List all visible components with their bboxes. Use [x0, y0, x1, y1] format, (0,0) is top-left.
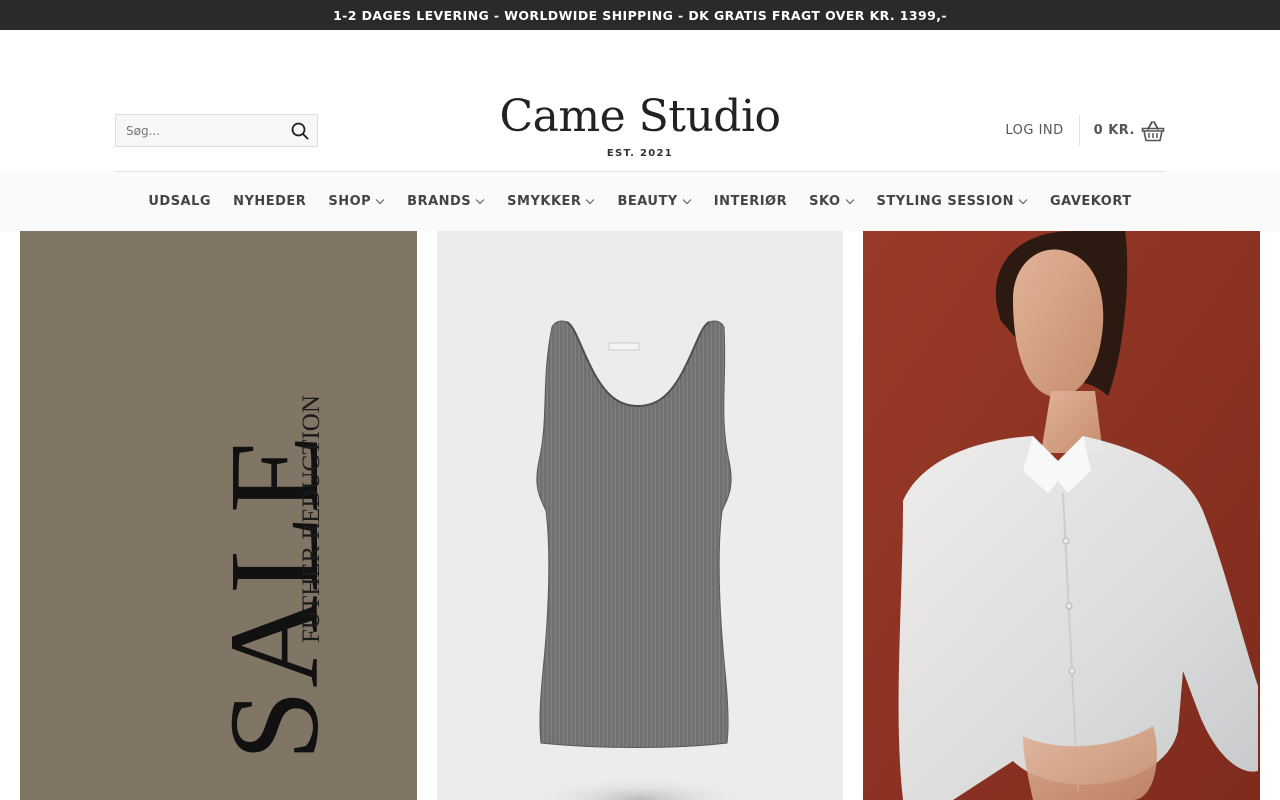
nav-label: SHOP	[328, 193, 372, 209]
nav-label: SKO	[809, 193, 841, 209]
chevron-down-icon	[586, 198, 595, 204]
sale-banner[interactable]: SALE FUTHER REDUCTION	[20, 231, 417, 800]
cart-button[interactable]: 0 KR.	[1094, 120, 1165, 142]
chevron-down-icon	[845, 198, 854, 204]
nav-item-udsalg[interactable]: UDSALG	[148, 194, 211, 209]
nav-item-smykker[interactable]: SMYKKER	[507, 194, 595, 209]
nav-item-nyheder[interactable]: NYHEDER	[233, 194, 306, 209]
login-link[interactable]: LOG IND	[1005, 123, 1063, 138]
logo-established: EST. 2021	[606, 148, 674, 159]
nav-item-styling-session[interactable]: STYLING SESSION	[877, 194, 1029, 209]
nav-label: NYHEDER	[233, 193, 307, 209]
banner-grid: SALE FUTHER REDUCTION	[0, 231, 1280, 800]
nav-label: STYLING SESSION	[876, 193, 1015, 209]
chevron-down-icon	[1018, 198, 1028, 204]
main-nav: UDSALG NYHEDER SHOP BRANDS SMYKKER BEAUT…	[0, 171, 1280, 231]
cart-total: 0 KR.	[1093, 123, 1135, 138]
model-white-shirt-image	[863, 231, 1260, 800]
model-banner[interactable]	[863, 231, 1260, 800]
tank-top-product-image	[530, 320, 750, 800]
header-divider	[115, 171, 1165, 172]
nav-label: GAVEKORT	[1050, 193, 1132, 209]
nav-item-gavekort[interactable]: GAVEKORT	[1050, 194, 1132, 209]
chevron-down-icon	[375, 198, 385, 204]
sale-subheading: FUTHER REDUCTION	[298, 395, 325, 643]
chevron-down-icon	[475, 198, 485, 204]
nav-label: BEAUTY	[617, 193, 678, 209]
nav-label: UDSALG	[148, 193, 212, 209]
nav-item-sko[interactable]: SKO	[809, 194, 854, 209]
nav-label: SMYKKER	[507, 193, 582, 209]
nav-item-shop[interactable]: SHOP	[328, 194, 385, 209]
announcement-text: 1-2 DAGES LEVERING - WORLDWIDE SHIPPING …	[333, 7, 947, 23]
nav-item-beauty[interactable]: BEAUTY	[617, 193, 692, 209]
nav-label: BRANDS	[407, 193, 472, 209]
nav-item-brands[interactable]: BRANDS	[407, 194, 485, 209]
nav-label: INTERIØR	[713, 193, 788, 209]
account-area: LOG IND 0 KR.	[1005, 114, 1165, 147]
product-banner[interactable]	[437, 231, 843, 800]
basket-icon	[1141, 120, 1165, 141]
site-header: Came Studio EST. 2021 LOG IND 0 KR.	[0, 30, 1280, 172]
chevron-down-icon	[682, 198, 692, 204]
account-divider	[1078, 115, 1080, 146]
announcement-bar: 1-2 DAGES LEVERING - WORLDWIDE SHIPPING …	[0, 0, 1280, 30]
nav-item-interior[interactable]: INTERIØR	[714, 194, 787, 209]
